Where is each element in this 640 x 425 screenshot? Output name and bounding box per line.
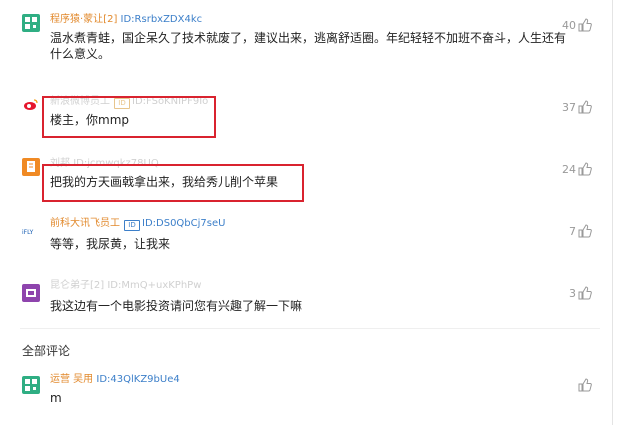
user-id: ID:43QlKZ9bUe4: [96, 374, 180, 385]
svg-text:iFLY: iFLY: [22, 229, 34, 236]
user-id: ID:RsrbxZDX4kc: [120, 14, 203, 25]
comment-text-line: 什么意义。: [50, 47, 111, 61]
comment-meta: 昆仑弟子[2] ID:MmQ+uxKPhPw: [50, 280, 201, 292]
like-count: 40: [562, 18, 576, 32]
like-count: 37: [562, 100, 576, 114]
right-divider: [612, 0, 613, 425]
like-button[interactable]: [576, 378, 592, 392]
thumbs-up-icon: [578, 18, 592, 32]
username-link[interactable]: 程序猿·蒙让[2]: [50, 14, 117, 25]
purple-avatar-icon[interactable]: [22, 284, 40, 302]
comment-text: m: [50, 391, 62, 405]
verified-badge-icon: ID: [124, 220, 140, 231]
user-id: ID:DS0QbCj7seU: [142, 218, 226, 229]
weibo-logo-icon[interactable]: [22, 96, 40, 114]
comment-text-line: 温水煮青蛙，国企呆久了技术就废了，建议出来，逃离舒适圈。年纪轻轻不加班不奋斗，人…: [50, 31, 567, 45]
like-count: 24: [562, 162, 576, 176]
highlight-box: [42, 96, 216, 138]
username-link[interactable]: 运营 吴用: [50, 374, 93, 385]
like-button[interactable]: 7: [569, 224, 592, 238]
like-count: 7: [569, 224, 576, 238]
document-avatar-icon[interactable]: [22, 158, 40, 176]
comment-text: 温水煮青蛙，国企呆久了技术就废了，建议出来，逃离舒适圈。年纪轻轻不加班不奋斗，人…: [50, 30, 566, 62]
all-comments-heading: 全部评论: [22, 344, 71, 358]
comment-meta: 程序猿·蒙让[2] ID:RsrbxZDX4kc: [50, 14, 202, 26]
thumbs-up-icon: [578, 378, 592, 392]
comment-text: 我这边有一个电影投资请问您有兴趣了解一下嘛: [50, 299, 303, 313]
like-button[interactable]: 3: [569, 286, 592, 300]
username-link[interactable]: 前科大讯飞员工: [50, 218, 120, 229]
thumbs-up-icon: [578, 224, 592, 238]
user-id: ID:MmQ+uxKPhPw: [107, 280, 202, 291]
like-button[interactable]: 40: [562, 18, 592, 32]
like-count: 3: [569, 286, 576, 300]
iflytek-logo-icon[interactable]: iFLY: [22, 222, 44, 240]
username-link[interactable]: 昆仑弟子[2]: [50, 280, 104, 291]
like-button[interactable]: 37: [562, 100, 592, 114]
like-button[interactable]: 24: [562, 162, 592, 176]
section-divider: [20, 328, 600, 329]
comment-meta: 运营 吴用 ID:43QlKZ9bUe4: [50, 374, 180, 386]
thumbs-up-icon: [578, 100, 592, 114]
thumbs-up-icon: [578, 162, 592, 176]
comment-meta: 前科大讯飞员工 ID ID:DS0QbCj7seU: [50, 218, 225, 231]
thumbs-up-icon: [578, 286, 592, 300]
qr-avatar-icon[interactable]: [22, 14, 40, 32]
qr-avatar-icon[interactable]: [22, 376, 40, 394]
highlight-box: [42, 164, 304, 202]
comments-page: 程序猿·蒙让[2] ID:RsrbxZDX4kc 温水煮青蛙，国企呆久了技术就废…: [0, 0, 640, 425]
comment-text: 等等，我尿黄，让我来: [50, 237, 171, 251]
